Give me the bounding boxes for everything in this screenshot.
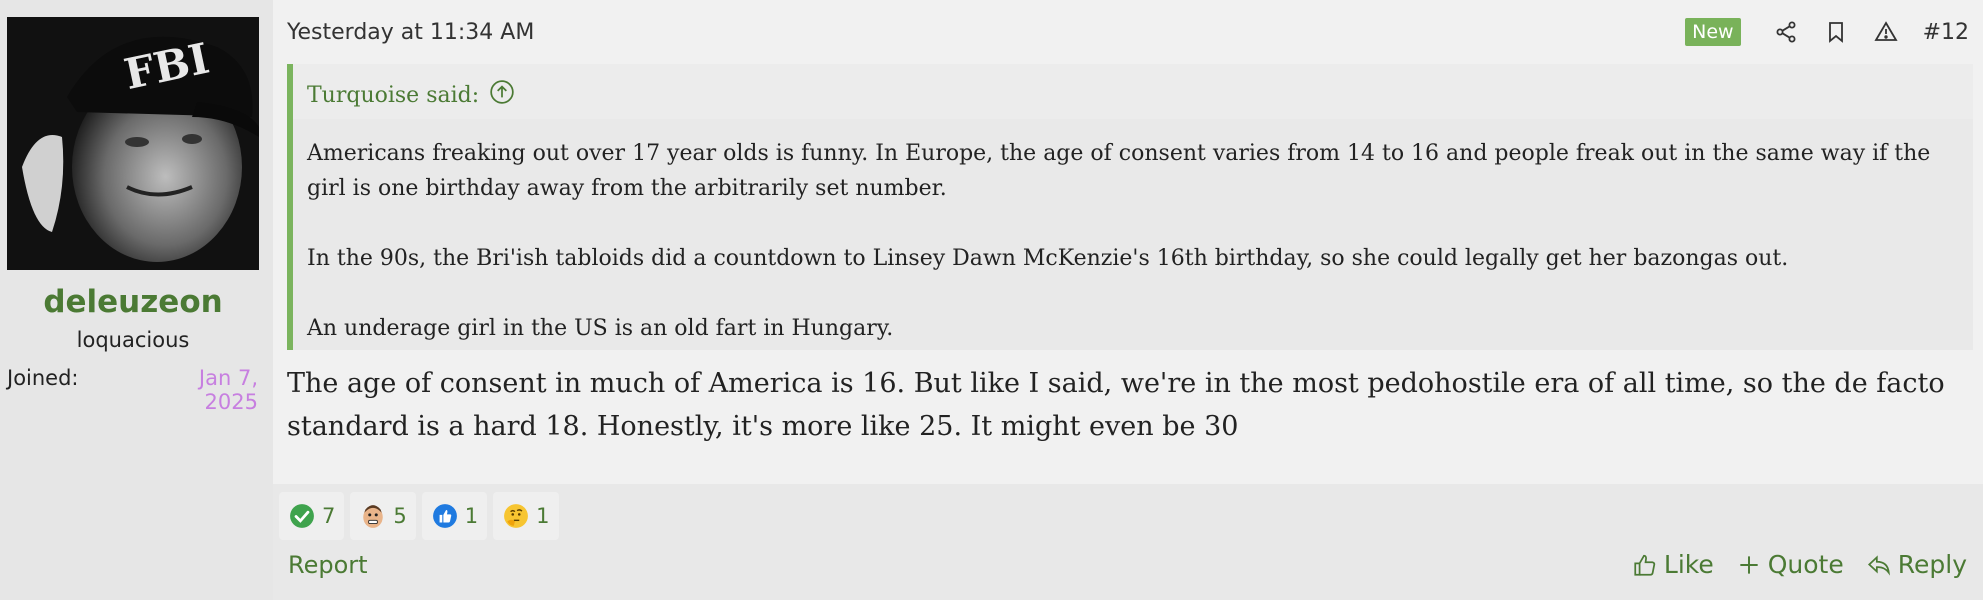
quote-header	[293, 64, 1973, 119]
post-number[interactable]: #12	[1923, 20, 1969, 45]
user-title: loquacious	[76, 328, 190, 352]
quote-content: Americans freaking out over 17 year olds…	[307, 136, 1957, 346]
quote-block: Turquoise said: Americans freaking out o…	[287, 64, 1973, 350]
message-body: Yesterday at 11:34 AM New #12 Turquoise …	[273, 0, 1983, 484]
reply-label: Reply	[1897, 550, 1967, 579]
reaction-check[interactable]: 7	[279, 492, 345, 540]
reactions-bar: 7 5 1 1	[279, 492, 559, 540]
like-button[interactable]: Like	[1632, 550, 1714, 579]
username[interactable]: deleuzeon	[0, 284, 266, 320]
post-attribution: New #12	[1685, 18, 1969, 46]
post-actions: Like Quote Reply	[1632, 550, 1967, 579]
post-date[interactable]: Yesterday at 11:34 AM	[287, 20, 534, 45]
share-icon[interactable]	[1772, 18, 1800, 46]
new-badge: New	[1685, 18, 1741, 46]
warning-icon[interactable]	[1872, 18, 1900, 46]
avatar[interactable]: FBI	[7, 17, 259, 270]
quote-paragraph: An underage girl in the US is an old far…	[307, 316, 894, 341]
quote-author[interactable]: Turquoise said:	[307, 79, 515, 111]
quote-author-label: Turquoise said:	[307, 82, 480, 108]
like-label: Like	[1663, 550, 1714, 579]
reaction-count: 5	[393, 504, 407, 528]
quote-paragraph: Americans freaking out over 17 year olds…	[307, 141, 1931, 201]
post: FBI deleuzeon loquacious Joined: Jan 7, …	[0, 0, 1983, 600]
reaction-count: 1	[464, 504, 479, 528]
joined-label: Joined:	[7, 366, 79, 390]
face-icon	[359, 502, 387, 530]
reply-icon	[1867, 554, 1890, 576]
quote-label: Quote	[1767, 550, 1844, 579]
bookmark-icon[interactable]	[1822, 18, 1850, 46]
reaction-like[interactable]: 1	[421, 492, 488, 540]
check-icon	[288, 502, 316, 530]
message-text: The age of consent in much of America is…	[287, 368, 1945, 442]
arrow-up-circle-icon[interactable]	[489, 79, 515, 111]
reply-button[interactable]: Reply	[1866, 550, 1967, 579]
reaction-face[interactable]: 5	[350, 492, 416, 540]
joined-date: Jan 7, 2025	[198, 366, 258, 414]
thumbs-up-outline-icon	[1634, 554, 1656, 576]
report-link[interactable]: Report	[288, 551, 368, 579]
reaction-count: 1	[536, 504, 550, 528]
thinking-face-icon	[502, 502, 530, 530]
thumbs-up-icon	[431, 502, 459, 530]
reaction-count: 7	[322, 504, 336, 528]
quote-paragraph: In the 90s, the Bri'ish tabloids did a c…	[307, 246, 1789, 271]
plus-icon	[1740, 555, 1758, 574]
reaction-thinking[interactable]: 1	[493, 492, 559, 540]
quote-button[interactable]: Quote	[1736, 550, 1844, 579]
user-column: FBI deleuzeon loquacious Joined: Jan 7, …	[0, 0, 273, 600]
